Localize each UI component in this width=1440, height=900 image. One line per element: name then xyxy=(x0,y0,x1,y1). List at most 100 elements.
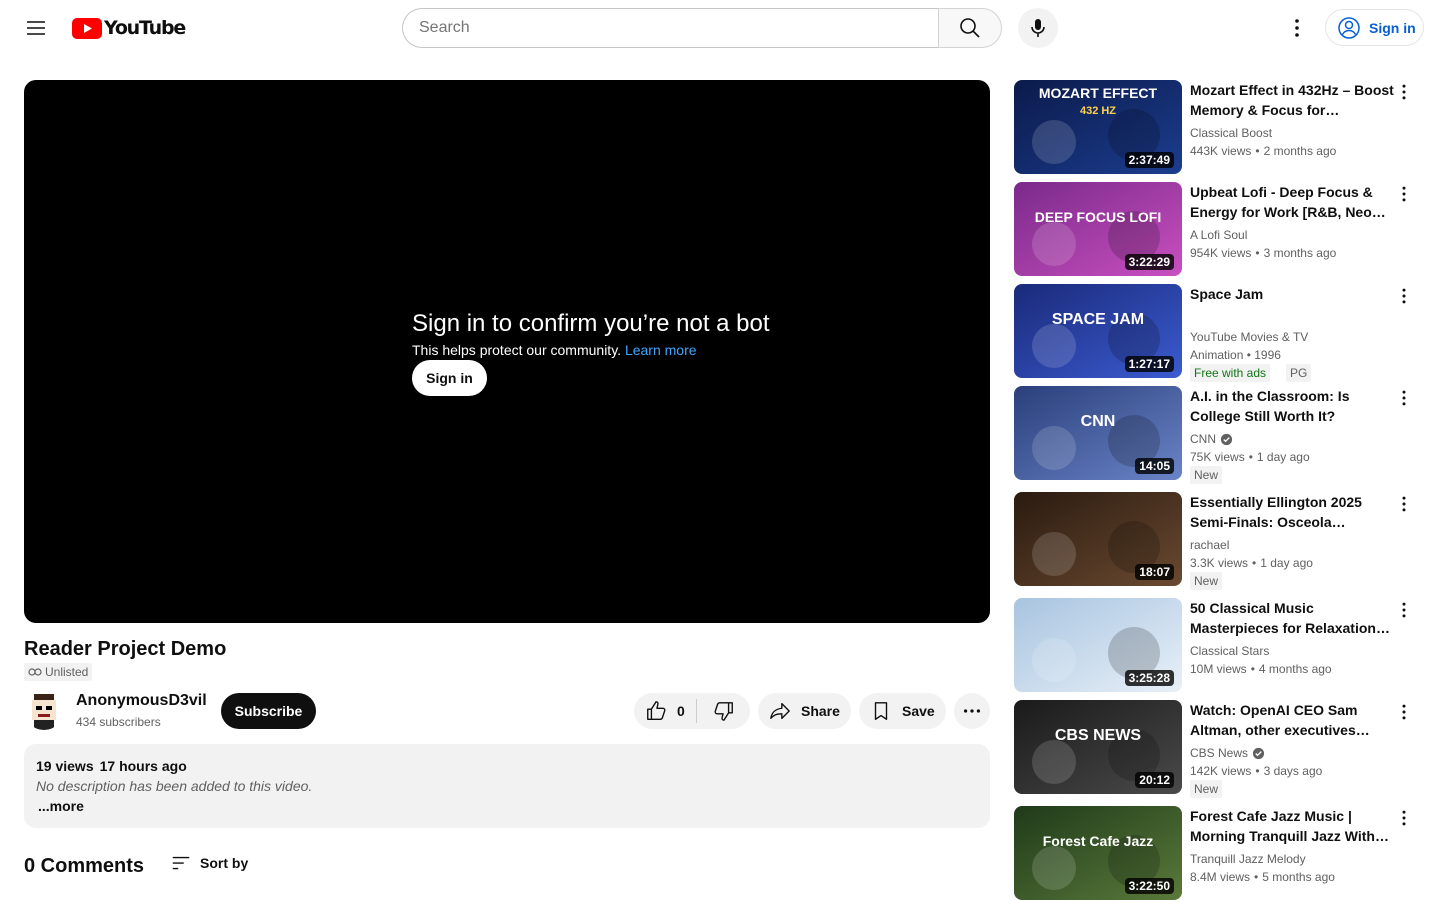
recommended-menu-button[interactable] xyxy=(1394,80,1414,104)
video-thumbnail[interactable]: Forest Cafe Jazz 3:22:50 xyxy=(1014,806,1182,900)
recommended-video-title[interactable]: Essentially Ellington 2025 Semi-Finals: … xyxy=(1190,492,1396,532)
share-label: Share xyxy=(801,703,840,719)
learn-more-link[interactable]: Learn more xyxy=(625,342,697,358)
recommended-stats: 10M views • 4 months ago xyxy=(1190,662,1332,676)
header-signin-button[interactable]: Sign in xyxy=(1325,9,1424,46)
verified-icon xyxy=(1220,433,1233,445)
thumbnail-text: CNN xyxy=(1081,413,1116,430)
recommended-video[interactable]: CBS NEWS 20:12 Watch: OpenAI CEO Sam Altma… xyxy=(1014,700,1424,798)
recommended-channel[interactable]: CBS News xyxy=(1190,744,1265,762)
description-more-button[interactable]: ...more xyxy=(38,798,84,814)
recommended-menu-button[interactable] xyxy=(1394,700,1414,724)
share-button[interactable]: Share xyxy=(758,693,851,729)
recommended-channel[interactable]: Classical Boost xyxy=(1190,124,1272,142)
video-thumbnail[interactable]: CBS NEWS 20:12 xyxy=(1014,700,1182,794)
recommended-genre-year: Animation • 1996 xyxy=(1190,348,1281,362)
sort-label: Sort by xyxy=(200,855,249,871)
search-input[interactable] xyxy=(402,8,939,48)
bookmark-icon xyxy=(874,702,888,720)
recommended-menu-button[interactable] xyxy=(1394,598,1414,622)
recommended-video-title[interactable]: 50 Classical Music Masterpieces for Rela… xyxy=(1190,598,1396,638)
link-icon xyxy=(28,668,42,676)
video-thumbnail[interactable]: 3:25:28 xyxy=(1014,598,1182,692)
recommended-video[interactable]: 3:25:28 50 Classical Music Masterpieces f… xyxy=(1014,598,1424,692)
view-count: 19 views xyxy=(36,758,94,774)
youtube-logo[interactable]: YouTube xyxy=(72,17,186,39)
menu-button[interactable] xyxy=(16,8,56,48)
vertical-dots-icon xyxy=(1295,19,1299,37)
recommended-menu-button[interactable] xyxy=(1394,284,1414,308)
recommended-menu-button[interactable] xyxy=(1394,492,1414,516)
rating-badge: PG xyxy=(1286,364,1312,382)
channel-name-label: rachael xyxy=(1190,538,1230,552)
vertical-dots-icon xyxy=(1402,602,1406,618)
logo-wordmark: YouTube xyxy=(104,17,186,39)
voice-search-button[interactable] xyxy=(1018,8,1058,48)
recommended-channel[interactable]: A Lofi Soul xyxy=(1190,226,1247,244)
bot-check-title: Sign in to confirm you’re not a bot xyxy=(412,310,770,337)
video-thumbnail[interactable]: 18:07 xyxy=(1014,492,1182,586)
video-thumbnail[interactable]: SPACE JAM 1:27:17 xyxy=(1014,284,1182,378)
recommended-video[interactable]: DEEP FOCUS LOFI 3:22:29 Upbeat Lofi - Deep… xyxy=(1014,182,1424,276)
header-signin-label: Sign in xyxy=(1369,19,1416,36)
video-title: Reader Project Demo xyxy=(24,638,227,660)
recommended-video-title[interactable]: A.I. in the Classroom: Is College Still … xyxy=(1190,386,1396,426)
free-with-ads-badge: Free with ads xyxy=(1190,364,1271,382)
recommended-channel[interactable]: Classical Stars xyxy=(1190,642,1269,660)
channel-name[interactable]: AnonymousD3vil xyxy=(76,692,207,710)
like-count: 0 xyxy=(677,703,685,719)
settings-more-button[interactable] xyxy=(1277,8,1317,48)
recommended-video-title[interactable]: Space Jam xyxy=(1190,284,1396,304)
save-label: Save xyxy=(902,703,935,719)
recommended-menu-button[interactable] xyxy=(1394,182,1414,206)
video-thumbnail[interactable]: CNN 14:05 xyxy=(1014,386,1182,480)
video-duration: 14:05 xyxy=(1135,458,1174,474)
recommended-video[interactable]: MOZART EFFECT 432 HZ 2:37:49 Mozart Effect … xyxy=(1014,80,1424,174)
recommended-video-title[interactable]: Upbeat Lofi - Deep Focus & Energy for Wo… xyxy=(1190,182,1396,222)
channel-avatar[interactable] xyxy=(24,690,64,730)
video-duration: 3:25:28 xyxy=(1124,670,1174,686)
vertical-dots-icon xyxy=(1402,390,1406,406)
recommended-video-title[interactable]: Watch: OpenAI CEO Sam Altman, other exec… xyxy=(1190,700,1396,740)
bot-check-text: This helps protect our community. xyxy=(412,342,622,358)
dislike-button[interactable] xyxy=(697,693,750,729)
recommended-age: 5 months ago xyxy=(1262,870,1335,884)
recommended-video[interactable]: Forest Cafe Jazz 3:22:50 Forest Cafe Jazz … xyxy=(1014,806,1424,900)
recommended-views: 75K views xyxy=(1190,450,1245,464)
recommended-menu-button[interactable] xyxy=(1394,806,1414,830)
thumbs-up-icon xyxy=(647,701,666,720)
recommended-views: 954K views xyxy=(1190,246,1252,260)
recommended-channel[interactable]: rachael xyxy=(1190,536,1229,554)
horizontal-dots-icon xyxy=(963,709,981,713)
player-signin-button[interactable]: Sign in xyxy=(412,360,487,396)
more-actions-button[interactable] xyxy=(954,693,990,729)
subscribe-button[interactable]: Subscribe xyxy=(221,693,316,729)
like-button[interactable]: 0 xyxy=(634,693,696,729)
upload-time: 17 hours ago xyxy=(99,758,187,774)
account-icon xyxy=(1338,16,1360,39)
masthead: YouTube Sign in xyxy=(0,0,1440,56)
recommended-channel[interactable]: YouTube Movies & TV xyxy=(1190,328,1308,346)
hamburger-icon xyxy=(27,21,45,35)
video-duration: 18:07 xyxy=(1135,564,1174,580)
recommended-video[interactable]: 18:07 Essentially Ellington 2025 Semi-Fin… xyxy=(1014,492,1424,590)
save-button[interactable]: Save xyxy=(859,693,946,729)
description-box[interactable]: 19 views 17 hours ago No description has … xyxy=(24,744,990,828)
recommended-channel[interactable]: Tranquill Jazz Melody xyxy=(1190,850,1306,868)
bot-check-description: This helps protect our community. Learn … xyxy=(412,342,697,358)
video-thumbnail[interactable]: MOZART EFFECT 432 HZ 2:37:49 xyxy=(1014,80,1182,174)
recommended-video[interactable]: SPACE JAM 1:27:17 Space Jam YouTube Movies … xyxy=(1014,284,1424,382)
recommended-stats: 75K views • 1 day ago xyxy=(1190,450,1310,464)
channel-name-label: YouTube Movies & TV xyxy=(1190,330,1309,344)
recommended-views: 8.4M views xyxy=(1190,870,1251,884)
recommended-video-title[interactable]: Forest Cafe Jazz Music | Morning Tranqui… xyxy=(1190,806,1396,846)
recommended-menu-button[interactable] xyxy=(1394,386,1414,410)
search-button[interactable] xyxy=(938,8,1002,48)
recommended-video[interactable]: CNN 14:05 A.I. in the Classroom: Is Colleg… xyxy=(1014,386,1424,484)
recommended-age: 3 months ago xyxy=(1263,246,1337,260)
recommended-video-title[interactable]: Mozart Effect in 432Hz – Boost Memory & … xyxy=(1190,80,1396,120)
video-thumbnail[interactable]: DEEP FOCUS LOFI 3:22:29 xyxy=(1014,182,1182,276)
sort-comments-button[interactable]: Sort by xyxy=(170,852,248,874)
channel-name-label: CNN xyxy=(1190,432,1216,446)
recommended-channel[interactable]: CNN xyxy=(1190,430,1233,448)
